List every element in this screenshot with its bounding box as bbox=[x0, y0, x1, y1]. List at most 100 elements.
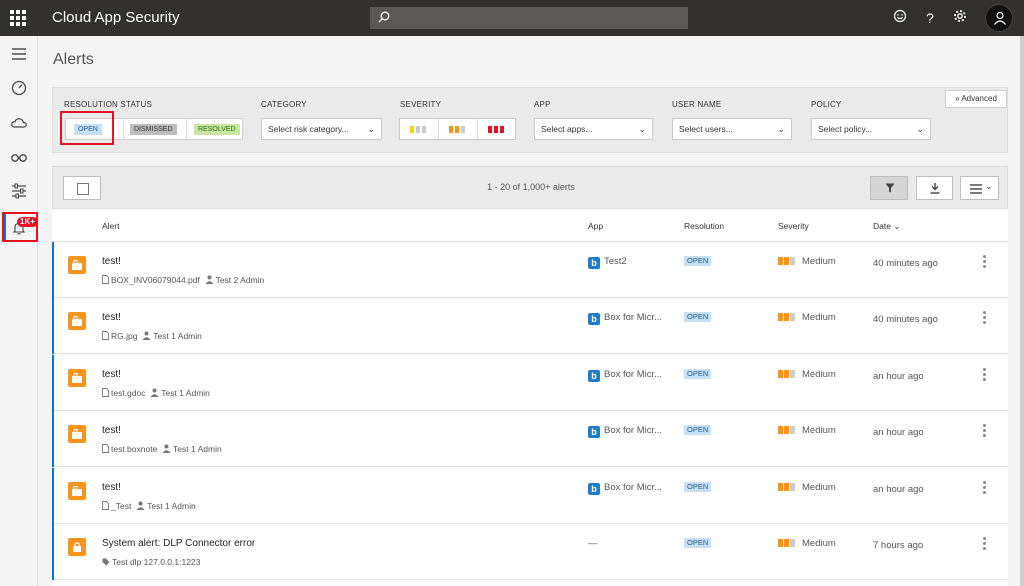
resolution-resolved-toggle[interactable]: RESOLVED bbox=[194, 124, 240, 135]
filters-panel: RESOLUTION STATUS OPEN DISMISSED RESOLVE… bbox=[52, 87, 1008, 153]
app-name: Box for Micr... bbox=[604, 482, 663, 493]
alert-user[interactable]: Test 1 Admin bbox=[147, 501, 196, 511]
category-select[interactable]: Select risk category... ⌄ bbox=[261, 118, 382, 140]
severity-medium-icon bbox=[778, 426, 798, 434]
app-label: APP bbox=[534, 100, 551, 109]
app-cell[interactable]: b Box for Micr... bbox=[588, 312, 662, 325]
help-icon[interactable]: ? bbox=[921, 9, 939, 27]
more-options-icon[interactable] bbox=[980, 480, 988, 496]
advanced-label: Advanced bbox=[961, 94, 997, 103]
alert-file[interactable]: _Test bbox=[111, 501, 131, 511]
app-name: — bbox=[588, 538, 598, 549]
settings-icon[interactable] bbox=[951, 9, 969, 27]
alert-user[interactable]: Test 1 Admin bbox=[173, 444, 222, 454]
app-select-value: Select apps... bbox=[541, 124, 593, 134]
table-row[interactable]: test! test.gdoc Test 1 Admin b Box for Micr… bbox=[52, 355, 1008, 411]
column-header-resolution[interactable]: Resolution bbox=[684, 221, 724, 231]
person-icon bbox=[150, 388, 159, 399]
resolution-dismissed-toggle[interactable]: DISMISSED bbox=[130, 124, 177, 135]
user-name-label: USER NAME bbox=[672, 100, 722, 109]
column-header-severity[interactable]: Severity bbox=[778, 221, 809, 231]
box-app-icon: b bbox=[588, 313, 600, 325]
app-cell[interactable]: b Box for Micr... bbox=[588, 482, 662, 495]
control-icon[interactable] bbox=[10, 182, 28, 200]
app-launcher-icon[interactable] bbox=[10, 10, 26, 26]
alert-title[interactable]: test! bbox=[102, 482, 121, 493]
more-options-icon[interactable] bbox=[980, 310, 988, 326]
alert-user[interactable]: Test 2 Admin bbox=[216, 275, 265, 285]
search-input[interactable] bbox=[370, 7, 688, 29]
severity-cell: Medium bbox=[778, 256, 836, 267]
more-options-icon[interactable] bbox=[980, 423, 988, 439]
filter-button[interactable] bbox=[870, 176, 908, 200]
severity-cell: Medium bbox=[778, 482, 836, 493]
alert-details: BOX_INV06079044.pdf Test 2 Admin bbox=[102, 275, 264, 286]
table-row[interactable]: test! BOX_INV06079044.pdf Test 2 Admin b Te… bbox=[52, 242, 1008, 298]
severity-medium-toggle[interactable] bbox=[439, 119, 478, 139]
alert-user[interactable]: Test 1 Admin bbox=[153, 331, 202, 341]
severity-medium-icon bbox=[778, 370, 798, 378]
person-icon bbox=[205, 275, 214, 286]
more-options-icon[interactable] bbox=[980, 536, 988, 552]
export-button[interactable] bbox=[916, 176, 953, 200]
alert-file[interactable]: test.boxnote bbox=[111, 444, 157, 454]
alert-file[interactable]: RG.jpg bbox=[111, 331, 137, 341]
row-accent bbox=[52, 468, 54, 524]
severity-label: Medium bbox=[802, 369, 836, 380]
policy-select-value: Select policy... bbox=[818, 124, 873, 134]
alert-title[interactable]: test! bbox=[102, 425, 121, 436]
more-options-icon[interactable] bbox=[980, 367, 988, 383]
severity-medium-icon bbox=[778, 483, 798, 491]
severity-label: Medium bbox=[802, 256, 836, 267]
severity-label: SEVERITY bbox=[400, 100, 442, 109]
policy-select[interactable]: Select policy... ⌄ bbox=[811, 118, 931, 140]
more-options-icon[interactable] bbox=[980, 254, 988, 270]
app-cell[interactable]: b Box for Micr... bbox=[588, 369, 662, 382]
list-icon bbox=[970, 184, 982, 194]
file-icon bbox=[102, 444, 109, 455]
table-row[interactable]: test! test.boxnote Test 1 Admin b Box for M… bbox=[52, 411, 1008, 467]
dashboard-icon[interactable] bbox=[10, 79, 28, 97]
alert-entity[interactable]: Test dlp 127.0.0.1:1223 bbox=[112, 557, 200, 567]
app-cell[interactable]: b Test2 bbox=[588, 256, 627, 269]
columns-button[interactable]: ⌄ bbox=[960, 176, 999, 200]
app-select[interactable]: Select apps... ⌄ bbox=[534, 118, 653, 140]
advanced-filters-button[interactable]: » Advanced bbox=[945, 90, 1007, 108]
sort-desc-icon: ⌄ bbox=[893, 221, 901, 231]
chevron-down-icon: ⌄ bbox=[367, 124, 375, 134]
severity-cell: Medium bbox=[778, 312, 836, 323]
alert-file[interactable]: BOX_INV06079044.pdf bbox=[111, 275, 200, 285]
menu-icon[interactable] bbox=[10, 45, 28, 63]
folder-icon bbox=[68, 369, 86, 387]
table-toolbar: 1 - 20 of 1,000+ alerts ⌄ bbox=[52, 166, 1008, 209]
alert-title[interactable]: test! bbox=[102, 256, 121, 267]
severity-high-toggle[interactable] bbox=[478, 119, 517, 139]
severity-low-toggle[interactable] bbox=[400, 119, 439, 139]
smiley-icon[interactable] bbox=[891, 9, 909, 27]
alert-title[interactable]: test! bbox=[102, 312, 121, 323]
resolution-badge: OPEN bbox=[684, 538, 712, 548]
alert-file[interactable]: test.gdoc bbox=[111, 388, 146, 398]
user-name-select[interactable]: Select users... ⌄ bbox=[672, 118, 792, 140]
table-row[interactable]: test! _Test Test 1 Admin b Box for Micr... O… bbox=[52, 468, 1008, 524]
alert-title[interactable]: test! bbox=[102, 369, 121, 380]
table-row[interactable]: test! RG.jpg Test 1 Admin b Box for Micr...… bbox=[52, 298, 1008, 354]
column-header-alert[interactable]: Alert bbox=[102, 221, 119, 231]
alert-title[interactable]: System alert: DLP Connector error bbox=[102, 538, 255, 549]
investigate-icon[interactable] bbox=[10, 148, 28, 166]
app-cell[interactable]: — bbox=[588, 538, 598, 549]
column-header-app[interactable]: App bbox=[588, 221, 603, 231]
user-icon bbox=[994, 11, 1006, 25]
app-name: Box for Micr... bbox=[604, 369, 663, 380]
resolution-badge: OPEN bbox=[684, 425, 712, 435]
open-highlight-box bbox=[60, 111, 114, 145]
app-title[interactable]: Cloud App Security bbox=[52, 9, 180, 26]
folder-icon bbox=[68, 312, 86, 330]
user-avatar[interactable] bbox=[985, 4, 1013, 32]
cloud-icon[interactable] bbox=[10, 114, 28, 132]
column-header-date[interactable]: Date ⌄ bbox=[873, 221, 900, 232]
app-cell[interactable]: b Box for Micr... bbox=[588, 425, 662, 438]
alert-user[interactable]: Test 1 Admin bbox=[161, 388, 210, 398]
lock-icon bbox=[68, 538, 86, 556]
table-row[interactable]: System alert: DLP Connector error Test dl… bbox=[52, 524, 1008, 580]
